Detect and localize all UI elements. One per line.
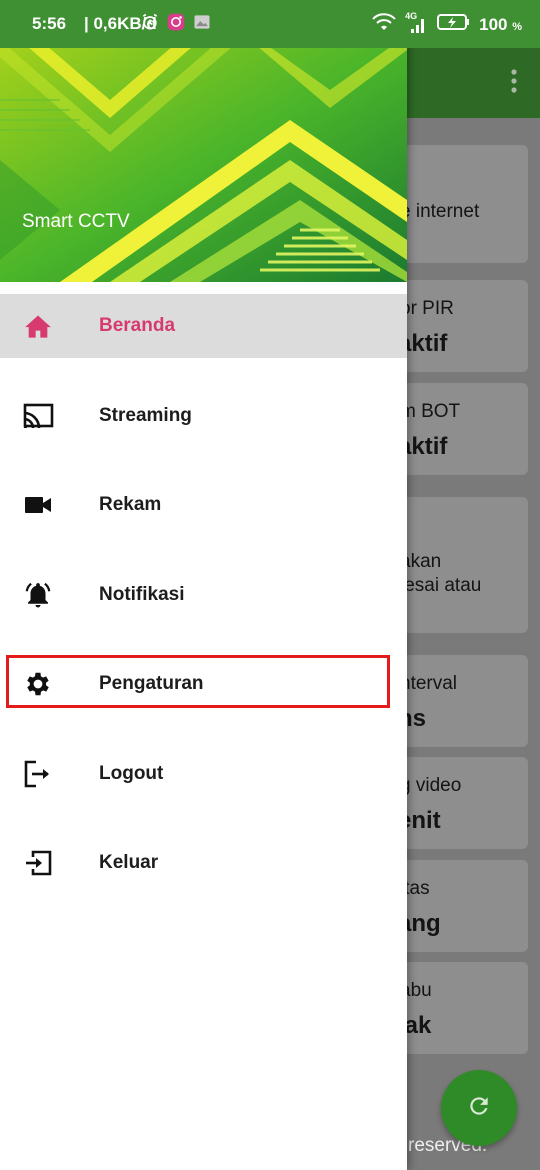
- app-title: Smart CCTV: [22, 211, 130, 232]
- menu-item-label: Notifikasi: [99, 583, 185, 605]
- refresh-button[interactable]: [441, 1070, 517, 1146]
- drawer-header-background: [0, 40, 407, 282]
- menu-item-streaming[interactable]: Streaming: [0, 384, 407, 448]
- alarm-icon: [140, 12, 160, 37]
- refresh-icon: [466, 1093, 492, 1124]
- signal-icon: 4G: [405, 11, 429, 35]
- drawer-header: Smart CCTV: [0, 40, 407, 282]
- menu-item-label: Logout: [99, 762, 164, 784]
- battery-icon: [437, 12, 471, 37]
- instagram-icon: [166, 12, 186, 37]
- more-vert-icon[interactable]: [510, 68, 518, 99]
- wifi-icon: [371, 12, 397, 37]
- home-icon: [22, 310, 54, 342]
- battery-percent: 100: [479, 14, 508, 34]
- bg-card-text: or PIR: [400, 298, 454, 319]
- menu-item-logout[interactable]: Logout: [0, 742, 407, 806]
- bg-card-text: g video: [400, 775, 462, 796]
- menu-item-beranda[interactable]: Beranda: [0, 294, 407, 358]
- gallery-icon: [192, 12, 212, 37]
- videocam-icon: [22, 489, 54, 521]
- gear-icon: [22, 668, 54, 700]
- navigation-drawer: Smart CCTV Beranda Streaming Rekam Notif…: [0, 0, 407, 1170]
- menu-item-label: Keluar: [99, 852, 159, 873]
- logout-icon: [22, 758, 54, 790]
- cast-icon: [22, 400, 54, 432]
- menu-item-pengaturan[interactable]: Pengaturan: [0, 652, 407, 716]
- battery-unit: %: [512, 20, 522, 33]
- menu-item-label: Pengaturan: [99, 673, 204, 694]
- bg-card-text: m BOT: [400, 401, 461, 422]
- menu-item-label: Streaming: [99, 404, 192, 426]
- exit-icon: [22, 847, 54, 879]
- status-time: 5:56: [32, 14, 67, 33]
- menu-item-label: Beranda: [99, 315, 176, 336]
- bg-card-text: e internet: [400, 201, 480, 222]
- menu-item-keluar[interactable]: Keluar: [0, 831, 407, 895]
- menu-item-rekam[interactable]: Rekam: [0, 473, 407, 537]
- bg-card-text: lesai atau: [400, 575, 482, 596]
- menu-item-label: Rekam: [99, 494, 162, 515]
- menu-item-notifikasi[interactable]: Notifikasi: [0, 563, 407, 627]
- status-bar: 5:56 | 0,6KB/d 4G 100 %: [0, 0, 540, 48]
- drawer-menu: Beranda Streaming Rekam Notifikasi Penga…: [0, 294, 407, 921]
- alarm-bell-icon: [22, 579, 54, 611]
- bg-card-text: nterval: [400, 673, 458, 694]
